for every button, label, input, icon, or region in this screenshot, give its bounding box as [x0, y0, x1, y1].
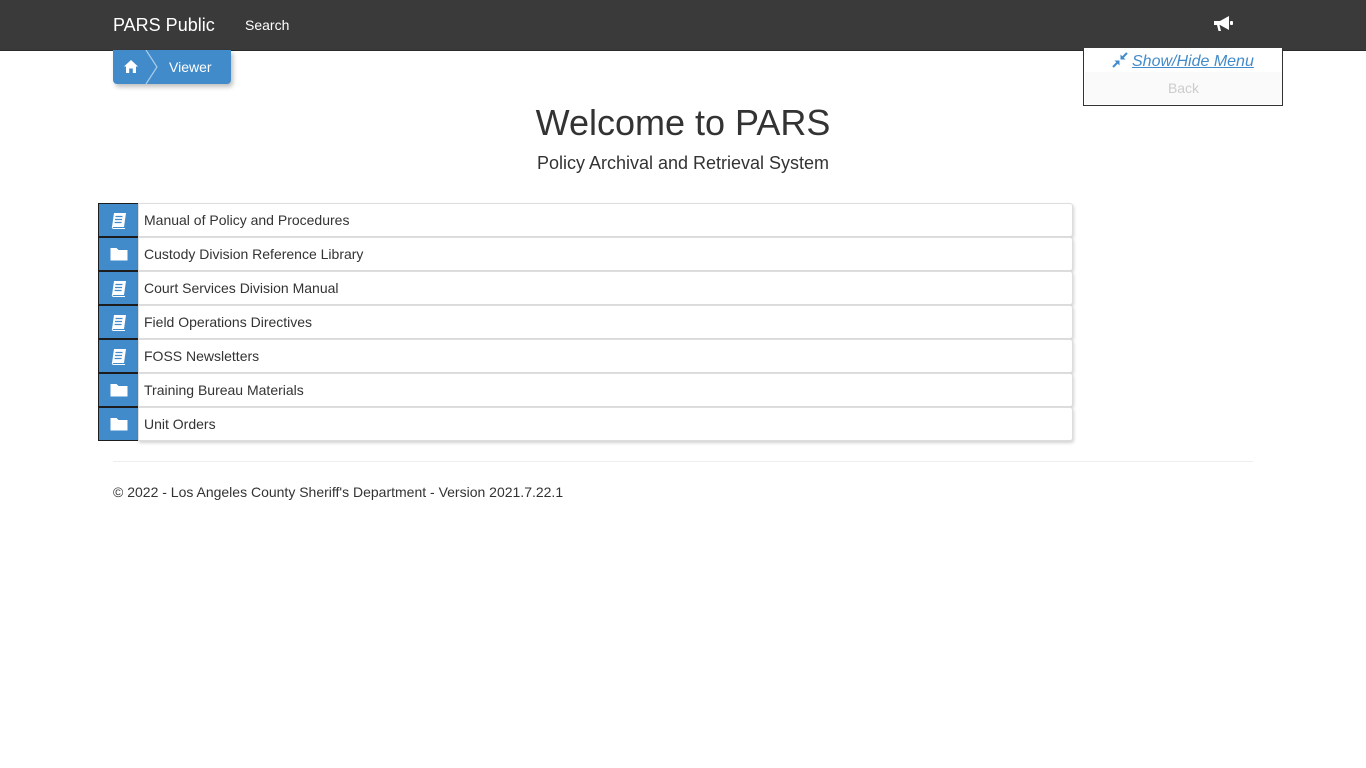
- show-hide-menu-link[interactable]: Show/Hide Menu: [1112, 52, 1254, 72]
- library-item[interactable]: Training Bureau Materials: [98, 373, 1073, 407]
- library-item-body[interactable]: Field Operations Directives: [138, 305, 1073, 339]
- library-item[interactable]: Manual of Policy and Procedures: [98, 203, 1073, 237]
- home-icon[interactable]: [113, 50, 149, 84]
- breadcrumb-separator: [145, 50, 158, 84]
- library-item-label: FOSS Newsletters: [144, 348, 260, 364]
- folder-icon: [98, 373, 139, 407]
- back-button[interactable]: Back: [1085, 72, 1282, 104]
- library-item[interactable]: Field Operations Directives: [98, 305, 1073, 339]
- breadcrumb-viewer[interactable]: Viewer: [169, 59, 212, 76]
- book-icon: [98, 203, 139, 237]
- library-item[interactable]: Unit Orders: [98, 407, 1073, 441]
- page-title: Welcome to PARS: [535, 102, 831, 143]
- top-navbar: PARS Public Search: [0, 0, 1366, 51]
- side-menu: Show/Hide Menu Back: [1083, 48, 1283, 106]
- library-item[interactable]: Custody Division Reference Library: [98, 237, 1073, 271]
- book-icon: [98, 305, 139, 339]
- library-item-label: Custody Division Reference Library: [144, 246, 364, 262]
- library-item-label: Field Operations Directives: [144, 314, 313, 330]
- library-item[interactable]: Court Services Division Manual: [98, 271, 1073, 305]
- bullhorn-icon[interactable]: [1212, 14, 1236, 36]
- library-item-body[interactable]: Custody Division Reference Library: [138, 237, 1073, 271]
- library-list: Manual of Policy and Procedures Custody …: [98, 203, 1073, 441]
- footer-text: © 2022 - Los Angeles County Sheriff's De…: [113, 484, 564, 500]
- library-item-body[interactable]: Court Services Division Manual: [138, 271, 1073, 305]
- brand-link[interactable]: PARS Public: [113, 14, 215, 36]
- folder-icon: [98, 407, 139, 441]
- library-item-label: Training Bureau Materials: [144, 382, 304, 398]
- footer-divider: [113, 461, 1253, 462]
- show-hide-menu-label: Show/Hide Menu: [1132, 53, 1254, 70]
- library-item-body[interactable]: FOSS Newsletters: [138, 339, 1073, 373]
- library-item-body[interactable]: Unit Orders: [138, 407, 1073, 441]
- nav-search-link[interactable]: Search: [245, 17, 289, 34]
- book-icon: [98, 339, 139, 373]
- library-item[interactable]: FOSS Newsletters: [98, 339, 1073, 373]
- library-item-body[interactable]: Manual of Policy and Procedures: [138, 203, 1073, 237]
- library-item-label: Manual of Policy and Procedures: [144, 212, 350, 228]
- library-item-label: Court Services Division Manual: [144, 280, 339, 296]
- breadcrumb: Viewer: [113, 50, 231, 84]
- page-subtitle: Policy Archival and Retrieval System: [536, 153, 830, 173]
- folder-icon: [98, 237, 139, 271]
- library-item-body[interactable]: Training Bureau Materials: [138, 373, 1073, 407]
- library-item-label: Unit Orders: [144, 416, 216, 432]
- book-icon: [98, 271, 139, 305]
- compress-icon: [1112, 52, 1128, 68]
